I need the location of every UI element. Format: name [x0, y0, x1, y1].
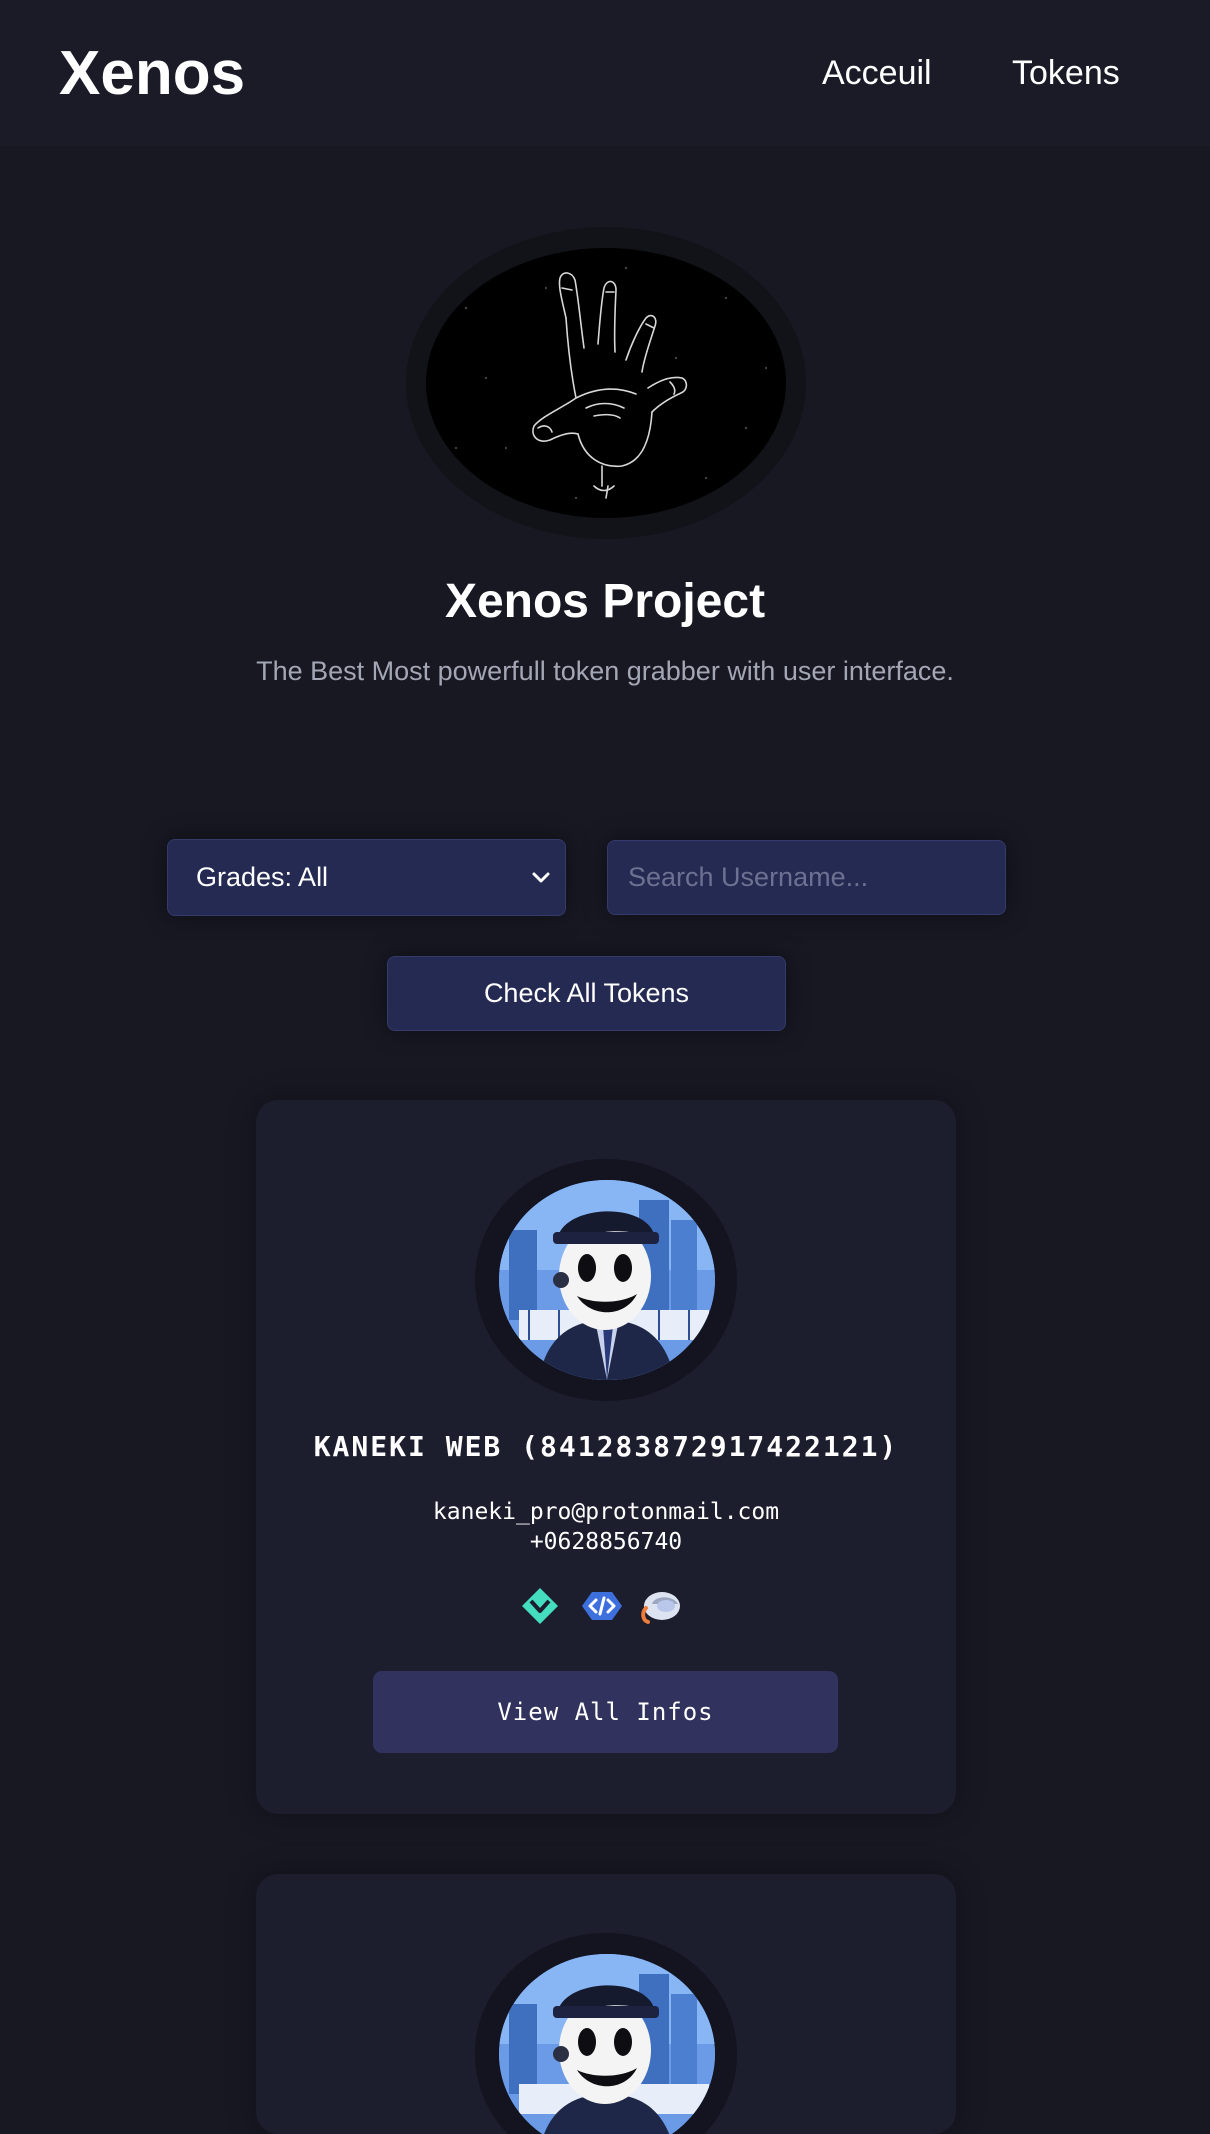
- view-all-infos-button[interactable]: View All Infos: [373, 1671, 838, 1753]
- badge-list: [518, 1584, 698, 1628]
- grades-select[interactable]: Grades: All: [167, 839, 566, 916]
- hypesquad-balance-icon: [518, 1584, 562, 1628]
- nav-link-tokens[interactable]: Tokens: [1012, 54, 1120, 93]
- search-username-input[interactable]: [607, 840, 1006, 915]
- nitro-helmet-icon: [638, 1584, 682, 1628]
- user-email: kaneki_pro@protonmail.com: [432, 1499, 780, 1525]
- user-name: KANEKI WEB (841283872917422121): [313, 1430, 899, 1463]
- brand-logo[interactable]: Xenos: [59, 38, 245, 109]
- hand-sketch-icon: [426, 248, 786, 518]
- user-phone: +0628856740: [529, 1529, 683, 1555]
- page-title: Xenos Project: [444, 575, 766, 628]
- avatar: [499, 1180, 715, 1380]
- user-card: [256, 1874, 956, 2134]
- check-all-tokens-button[interactable]: Check All Tokens: [387, 956, 786, 1031]
- user-card: KANEKI WEB (841283872917422121) kaneki_p…: [256, 1100, 956, 1814]
- nav-link-accueil[interactable]: Acceuil: [822, 54, 932, 93]
- navbar: Xenos Acceuil Tokens: [0, 0, 1210, 146]
- grades-select-value: Grades: All: [196, 862, 329, 892]
- chevron-down-icon: [529, 866, 553, 890]
- active-developer-icon: [580, 1584, 624, 1628]
- page-subtitle: The Best Most powerfull token grabber wi…: [256, 656, 954, 686]
